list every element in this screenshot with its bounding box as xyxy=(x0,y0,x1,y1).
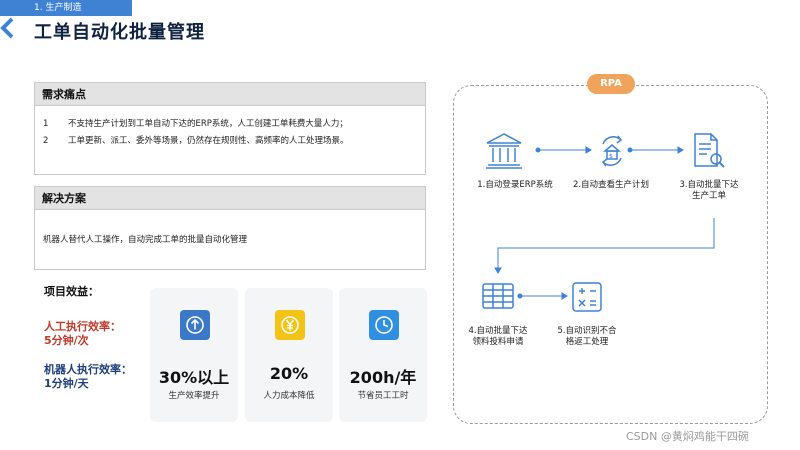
flow-step-2-label: 2.自动查看生产计划 xyxy=(572,180,650,190)
cycle-house-icon: $ xyxy=(601,135,623,167)
table-icon xyxy=(482,283,514,309)
flow-connectors xyxy=(494,146,715,300)
flow-step-3-label: 3.自动批量下达 生产工单 xyxy=(679,180,739,201)
document-search-icon xyxy=(694,133,725,168)
watermark: CSDN @黄焖鸡能干四碗 xyxy=(626,430,749,443)
flow-step-1-label: 1.自动登录ERP系统 xyxy=(477,180,553,190)
flow-step-5-label: 5.自动识别不合 格返工处理 xyxy=(557,326,617,347)
bank-icon xyxy=(486,133,522,169)
calculator-icon xyxy=(572,282,602,312)
svg-text:$: $ xyxy=(609,153,613,160)
